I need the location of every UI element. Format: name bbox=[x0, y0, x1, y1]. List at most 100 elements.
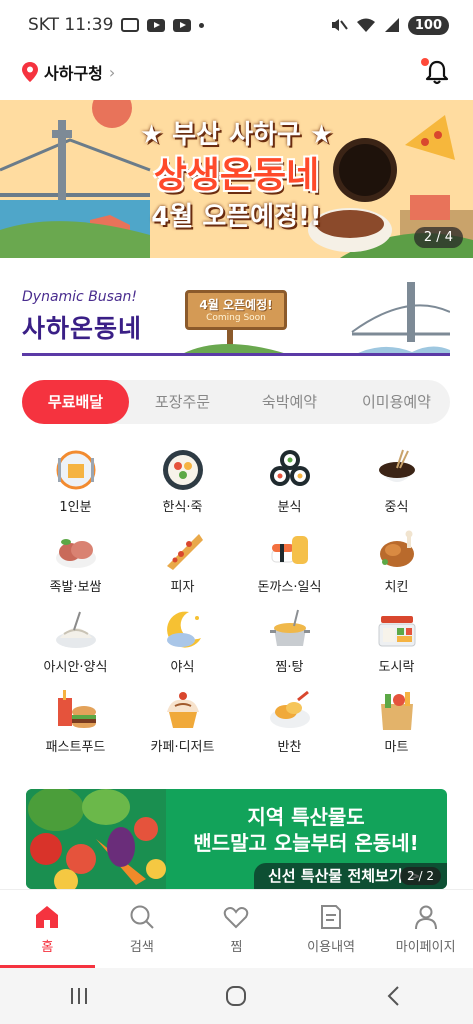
asian-western-icon bbox=[52, 608, 100, 652]
location-pin-icon bbox=[22, 62, 38, 82]
status-right: 100 bbox=[330, 15, 449, 35]
category-cafe-dessert[interactable]: 카페·디저트 bbox=[129, 688, 236, 756]
category-label: 패스트푸드 bbox=[45, 740, 106, 755]
category-label: 반찬 bbox=[277, 740, 302, 755]
vegetables-illustration bbox=[26, 789, 166, 889]
status-bar: SKT 11:39 100 bbox=[0, 0, 473, 50]
notification-badge bbox=[421, 58, 429, 66]
location-selector[interactable]: 사하구청 bbox=[44, 60, 103, 84]
category-chinese[interactable]: 중식 bbox=[343, 448, 450, 516]
single-meal-icon bbox=[52, 448, 100, 492]
pork-hock-icon bbox=[52, 528, 100, 572]
recent-apps-icon bbox=[70, 988, 87, 1004]
lunchbox-icon bbox=[373, 608, 421, 652]
system-navigation-bar bbox=[0, 968, 473, 1024]
category-grid: 1인분 한식·죽 분식 중식 족발·보쌈 피자 돈까스·일식 치킨 아시안·양식… bbox=[22, 448, 450, 756]
category-side-dish[interactable]: 반찬 bbox=[236, 688, 343, 756]
category-fast-food[interactable]: 패스트푸드 bbox=[22, 688, 129, 756]
wifi-icon bbox=[356, 18, 375, 32]
nav-label: 검색 bbox=[129, 940, 154, 955]
snack-food-icon bbox=[266, 448, 314, 492]
hero-page-counter: 2 / 4 bbox=[413, 227, 463, 248]
chevron-right-icon[interactable]: › bbox=[109, 63, 115, 82]
category-label: 분식 bbox=[277, 500, 302, 515]
nav-label: 홈 bbox=[41, 940, 54, 955]
category-label: 도시락 bbox=[378, 660, 415, 675]
category-label: 중식 bbox=[384, 500, 409, 515]
more-notifications-icon bbox=[199, 22, 205, 28]
mute-icon bbox=[331, 19, 348, 31]
produce-title-line2: 밴드말고 오늘부터 온동네! bbox=[193, 831, 419, 855]
recent-apps-button[interactable] bbox=[59, 976, 99, 1016]
produce-banner[interactable]: 지역 특산물도 밴드말고 오늘부터 온동네! 신선 특산물 전체보기 > 2 /… bbox=[26, 789, 447, 889]
person-icon bbox=[414, 905, 437, 930]
category-label: 돈까스·일식 bbox=[257, 580, 322, 595]
nav-history[interactable]: 이용내역 bbox=[284, 890, 379, 967]
hero-title-line2: 상생온동네 bbox=[153, 155, 320, 196]
back-button[interactable] bbox=[374, 976, 414, 1016]
nav-label: 마이페이지 bbox=[395, 940, 456, 955]
late-night-icon bbox=[159, 608, 207, 652]
category-label: 한식·죽 bbox=[162, 500, 203, 515]
carrier-time: SKT 11:39 bbox=[28, 15, 114, 35]
hero-banner[interactable]: ★ 부산 사하구 ★ 상생온동네 4월 오픈예정!! 2 / 4 bbox=[0, 100, 473, 258]
nav-favorites[interactable]: 찜 bbox=[189, 890, 284, 967]
category-stew[interactable]: 찜·탕 bbox=[236, 608, 343, 676]
home-icon bbox=[36, 906, 59, 928]
fast-food-icon bbox=[52, 688, 100, 732]
produce-title-line1: 지역 특산물도 bbox=[247, 805, 365, 829]
category-label: 찜·탕 bbox=[275, 660, 304, 675]
nav-mypage[interactable]: 마이페이지 bbox=[378, 890, 473, 967]
bridge-illustration bbox=[182, 282, 450, 356]
notification-button[interactable] bbox=[421, 58, 451, 86]
category-label: 야식 bbox=[170, 660, 195, 675]
category-chicken[interactable]: 치킨 bbox=[343, 528, 450, 596]
produce-page-counter: 2 / 2 bbox=[400, 867, 441, 885]
cafe-dessert-icon bbox=[159, 688, 207, 732]
category-label: 피자 bbox=[170, 580, 195, 595]
category-asian-western[interactable]: 아시안·양식 bbox=[22, 608, 129, 676]
nav-label: 찜 bbox=[230, 940, 243, 955]
youtube-icon bbox=[173, 18, 192, 32]
category-label: 치킨 bbox=[384, 580, 409, 595]
category-pizza[interactable]: 피자 bbox=[129, 528, 236, 596]
category-label: 카페·디저트 bbox=[150, 740, 215, 755]
tab-free-delivery[interactable]: 무료배달 bbox=[22, 380, 129, 424]
category-lunchbox[interactable]: 도시락 bbox=[343, 608, 450, 676]
category-korean[interactable]: 한식·죽 bbox=[129, 448, 236, 516]
busan-banner[interactable]: Dynamic Busan! 사하온동네 4월 오픈예정! Coming Soo… bbox=[22, 272, 450, 358]
korean-food-icon bbox=[159, 448, 207, 492]
category-label: 1인분 bbox=[59, 500, 92, 515]
tab-takeout[interactable]: 포장주문 bbox=[129, 380, 236, 424]
side-dish-icon bbox=[266, 688, 314, 732]
category-snack[interactable]: 분식 bbox=[236, 448, 343, 516]
home-system-button[interactable] bbox=[216, 976, 256, 1016]
hero-title-line3: 4월 오픈예정!! bbox=[151, 202, 322, 232]
location-header: 사하구청 › bbox=[0, 52, 473, 92]
category-label: 마트 bbox=[384, 740, 409, 755]
category-late-night[interactable]: 야식 bbox=[129, 608, 236, 676]
category-single-meal[interactable]: 1인분 bbox=[22, 448, 129, 516]
stew-icon bbox=[266, 608, 314, 652]
category-japanese[interactable]: 돈까스·일식 bbox=[236, 528, 343, 596]
category-label: 아시안·양식 bbox=[43, 660, 108, 675]
pizza-icon bbox=[159, 528, 207, 572]
category-pork-hock[interactable]: 족발·보쌈 bbox=[22, 528, 129, 596]
nav-label: 이용내역 bbox=[307, 940, 355, 955]
nav-home[interactable]: 홈 bbox=[0, 890, 95, 967]
heart-icon bbox=[224, 907, 249, 929]
mart-icon bbox=[373, 688, 421, 732]
battery-indicator: 100 bbox=[407, 15, 449, 35]
order-type-tabs: 무료배달 포장주문 숙박예약 이미용예약 bbox=[22, 380, 450, 424]
receipt-icon bbox=[321, 905, 342, 929]
busan-underline bbox=[22, 353, 450, 356]
youtube-icon bbox=[147, 18, 166, 32]
tab-beauty[interactable]: 이미용예약 bbox=[343, 380, 450, 424]
search-icon bbox=[130, 905, 154, 929]
nav-search[interactable]: 검색 bbox=[95, 890, 190, 967]
back-icon bbox=[387, 986, 399, 1006]
status-left: SKT 11:39 bbox=[28, 15, 205, 35]
category-mart[interactable]: 마트 bbox=[343, 688, 450, 756]
tab-lodging[interactable]: 숙박예약 bbox=[236, 380, 343, 424]
signal-icon bbox=[384, 18, 399, 32]
